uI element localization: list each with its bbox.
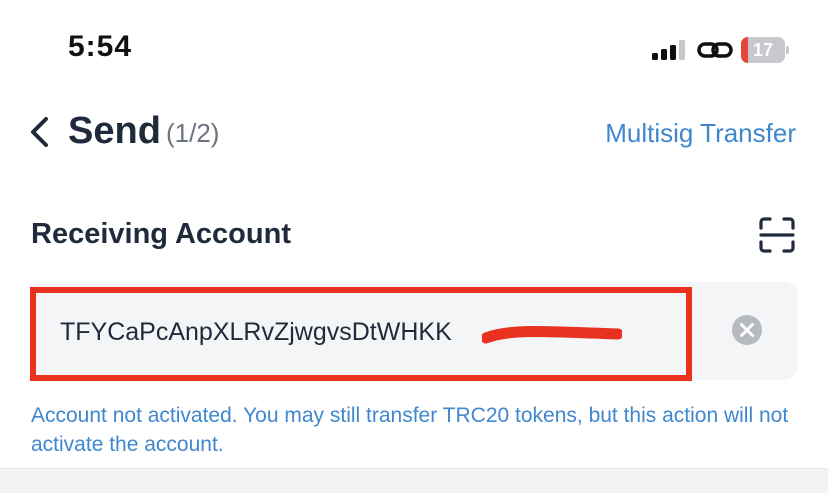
signal-icon (652, 40, 685, 60)
receiving-account-label: Receiving Account (31, 218, 291, 250)
status-time: 5:54 (68, 30, 133, 63)
clear-circle-icon[interactable] (731, 314, 763, 346)
navigation-bar: Send (1/2) Multisig Transfer (0, 100, 828, 170)
battery-body: 17 (741, 37, 785, 63)
highlight-frame (30, 287, 692, 381)
status-bar: 5:54 17 (0, 0, 828, 100)
link-icon (697, 42, 733, 58)
battery-level: 17 (752, 40, 774, 60)
battery-icon: 17 (741, 37, 789, 63)
section-divider (0, 468, 828, 493)
multisig-transfer-link[interactable]: Multisig Transfer (605, 118, 796, 149)
step-indicator: (1/2) (166, 118, 220, 148)
battery-tip (786, 46, 789, 54)
scan-icon[interactable] (758, 216, 796, 254)
page-title: Send (68, 110, 161, 152)
account-warning-text: Account not activated. You may still tra… (31, 404, 789, 456)
chevron-left-icon[interactable] (28, 116, 52, 148)
